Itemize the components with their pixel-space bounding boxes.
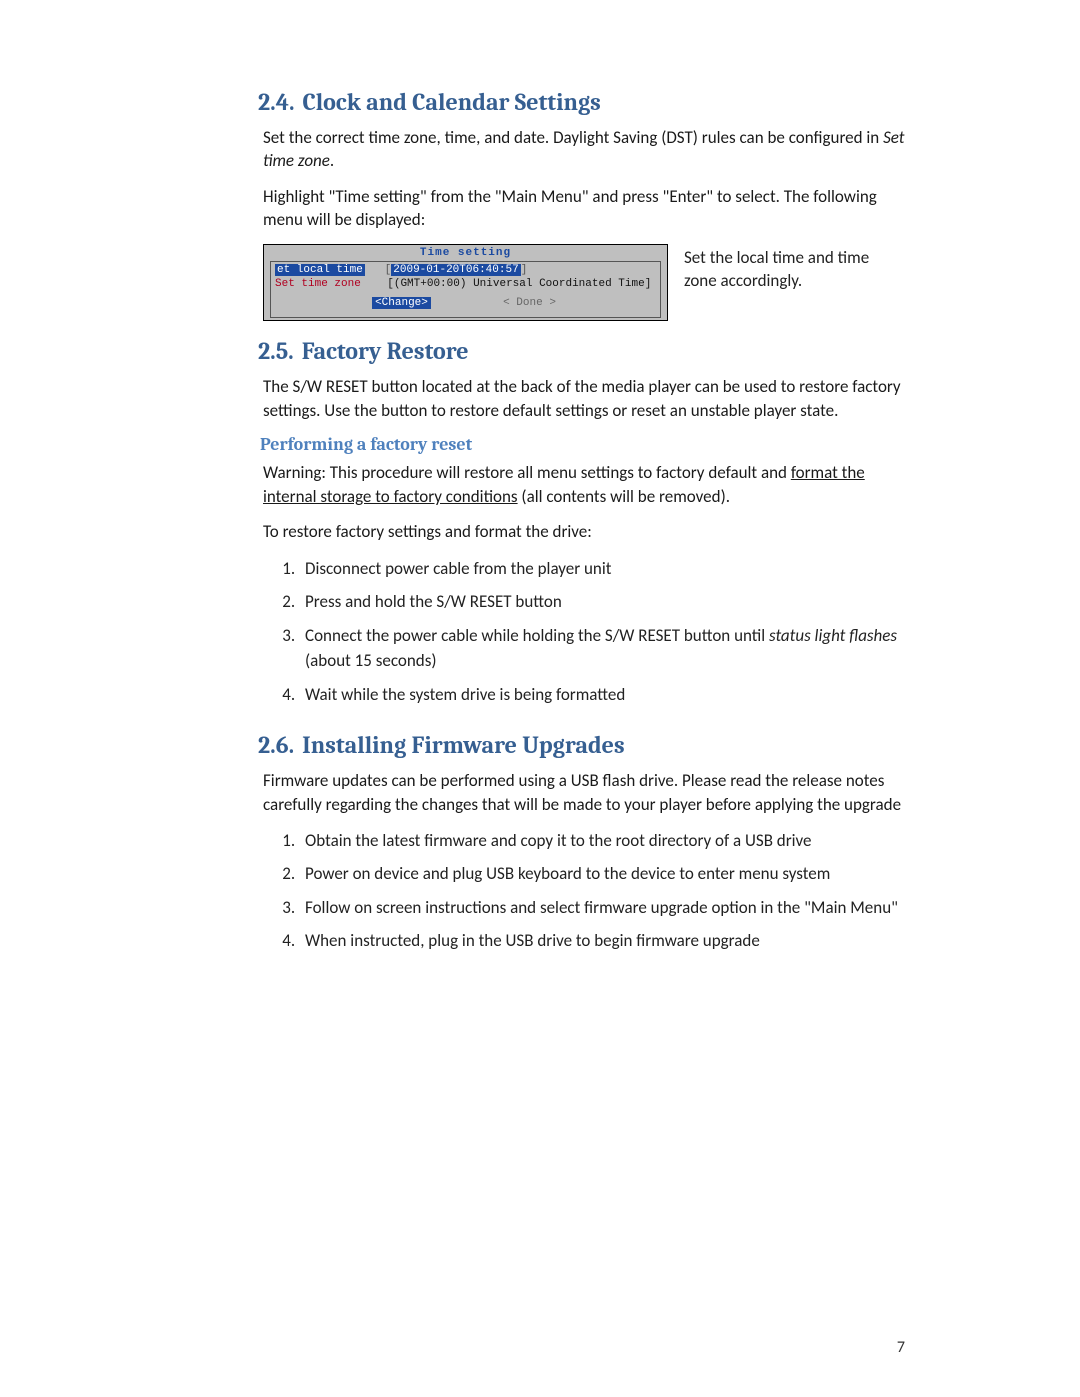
paragraph: Set the correct time zone, time, and dat… bbox=[263, 126, 905, 173]
list-item: Connect the power cable while holding th… bbox=[299, 623, 905, 674]
text: Highlight "Time setting" from the "Main … bbox=[263, 186, 877, 230]
list-item: Follow on screen instructions and select… bbox=[299, 895, 905, 921]
terminal-title: Time setting bbox=[264, 245, 667, 261]
text: Set the correct time zone, time, and dat… bbox=[263, 127, 883, 148]
figure-row: Time setting et local time [2009-01-20T0… bbox=[263, 244, 905, 322]
text: The S/W RESET button located at the back… bbox=[263, 376, 901, 420]
text: Warning: This procedure will restore all… bbox=[263, 462, 791, 483]
list-item: Disconnect power cable from the player u… bbox=[299, 556, 905, 582]
terminal-bracket: ] bbox=[521, 264, 528, 276]
ordered-list: Disconnect power cable from the player u… bbox=[263, 556, 905, 708]
heading-2-4: 2.4. Clock and Calendar Settings bbox=[258, 88, 905, 116]
terminal-label-selected: et local time bbox=[275, 264, 365, 276]
text: To restore factory settings and format t… bbox=[263, 521, 592, 542]
text: Connect the power cable while holding th… bbox=[305, 625, 769, 646]
heading-2-5: 2.5. Factory Restore bbox=[258, 337, 905, 365]
terminal-row: et local time [2009-01-20T06:40:57] bbox=[275, 264, 656, 278]
document-page: 2.4. Clock and Calendar Settings Set the … bbox=[0, 0, 1080, 1397]
paragraph: Warning: This procedure will restore all… bbox=[263, 461, 905, 508]
terminal-value: [(GMT+00:00) Universal Coordinated Time] bbox=[387, 278, 651, 290]
terminal-button-change: <Change> bbox=[372, 297, 431, 309]
list-item: Power on device and plug USB keyboard to… bbox=[299, 861, 905, 887]
terminal-screenshot: Time setting et local time [2009-01-20T0… bbox=[263, 244, 668, 322]
terminal-button-done: < Done > bbox=[500, 297, 559, 309]
terminal-value-selected: 2009-01-20T06:40:57 bbox=[391, 264, 520, 276]
subheading: Performing a factory reset bbox=[260, 434, 905, 455]
terminal-buttons: <Change> < Done > bbox=[275, 291, 656, 309]
heading-text: Clock and Calendar Settings bbox=[302, 88, 600, 116]
paragraph: Highlight "Time setting" from the "Main … bbox=[263, 185, 905, 232]
paragraph: Firmware updates can be performed using … bbox=[263, 769, 905, 816]
text: (about 15 seconds) bbox=[305, 650, 437, 671]
list-item: Obtain the latest firmware and copy it t… bbox=[299, 828, 905, 854]
heading-2-6: 2.6. Installing Firmware Upgrades bbox=[258, 731, 905, 759]
heading-number: 2.4. bbox=[258, 88, 294, 116]
heading-number: 2.6. bbox=[258, 731, 294, 759]
terminal-body: et local time [2009-01-20T06:40:57] Set … bbox=[270, 261, 661, 319]
terminal-label: Set time zone bbox=[275, 278, 361, 290]
terminal-row: Set time zone [(GMT+00:00) Universal Coo… bbox=[275, 278, 656, 292]
page-number: 7 bbox=[897, 1338, 905, 1357]
figure-caption: Set the local time and time zone accordi… bbox=[684, 244, 894, 322]
text: . bbox=[330, 150, 334, 171]
paragraph: The S/W RESET button located at the back… bbox=[263, 375, 905, 422]
text-italic: status light flashes bbox=[769, 625, 897, 646]
text: (all contents will be removed). bbox=[518, 486, 730, 507]
heading-text: Installing Firmware Upgrades bbox=[302, 731, 625, 759]
list-item: Press and hold the S/W RESET button bbox=[299, 589, 905, 615]
ordered-list: Obtain the latest firmware and copy it t… bbox=[263, 828, 905, 954]
paragraph: To restore factory settings and format t… bbox=[263, 520, 905, 543]
list-item: Wait while the system drive is being for… bbox=[299, 682, 905, 708]
text: Firmware updates can be performed using … bbox=[263, 770, 901, 814]
heading-number: 2.5. bbox=[258, 337, 294, 365]
heading-text: Factory Restore bbox=[302, 337, 469, 365]
list-item: When instructed, plug in the USB drive t… bbox=[299, 928, 905, 954]
